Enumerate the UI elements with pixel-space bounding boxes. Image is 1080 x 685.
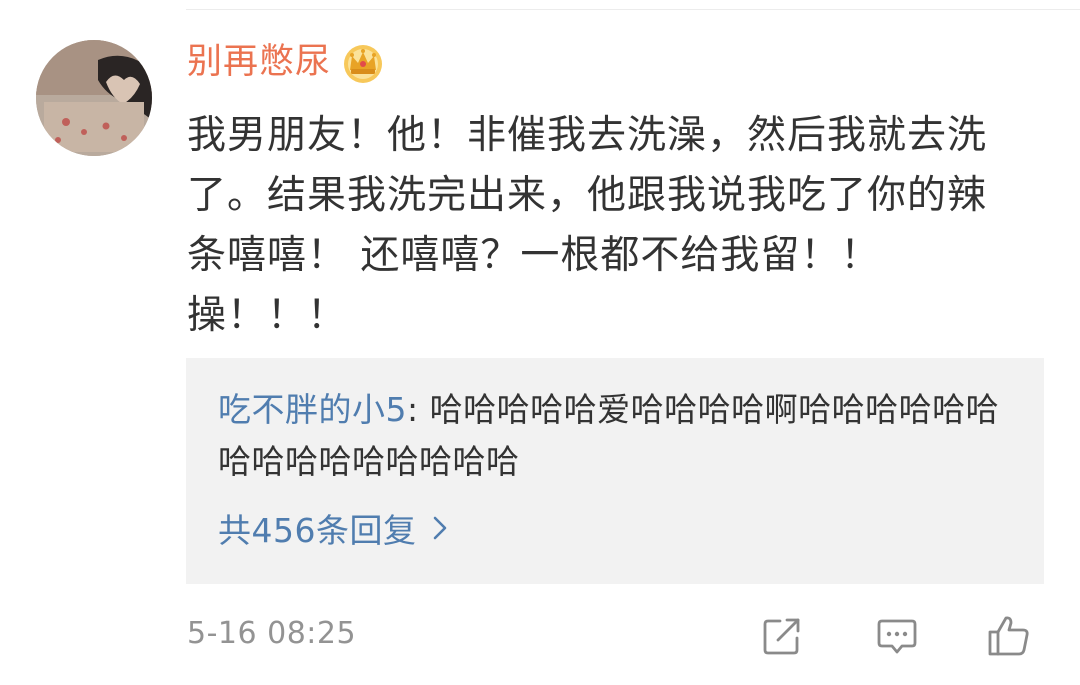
view-all-replies-link[interactable]: 共456条回复: [218, 504, 449, 552]
top-divider: [186, 9, 1080, 10]
share-icon: [763, 618, 800, 655]
comment-username[interactable]: 别再憋尿: [187, 44, 331, 80]
reply-separator: :: [407, 390, 430, 429]
avatar[interactable]: [36, 40, 152, 156]
thumbs-up-icon: [988, 616, 1029, 656]
reply-item: 吃不胖的小5: 哈哈哈哈哈爱哈哈哈哈啊哈哈哈哈哈哈哈哈哈哈哈哈哈哈哈: [218, 384, 1014, 488]
avatar-image: [36, 40, 152, 156]
reply-count-label: 共456条回复: [218, 511, 417, 550]
share-button[interactable]: [758, 612, 806, 660]
like-button[interactable]: [985, 612, 1033, 660]
chevron-right-icon: [433, 516, 446, 540]
comment-timestamp: 5-16 08:25: [187, 616, 357, 651]
reply-preview[interactable]: 吃不胖的小5: 哈哈哈哈哈爱哈哈哈哈啊哈哈哈哈哈哈哈哈哈哈哈哈哈哈哈 共456条…: [186, 358, 1044, 584]
reply-username[interactable]: 吃不胖的小5: [218, 390, 407, 429]
comment-header: 别再憋尿: [187, 36, 385, 88]
crown-icon[interactable]: [341, 40, 385, 84]
comment-text: 我男朋友！他！非催我去洗澡，然后我就去洗了。结果我洗完出来，他跟我说我吃了你的辣…: [187, 113, 988, 338]
comment-icon: [877, 619, 917, 654]
comment-button[interactable]: [873, 612, 921, 660]
